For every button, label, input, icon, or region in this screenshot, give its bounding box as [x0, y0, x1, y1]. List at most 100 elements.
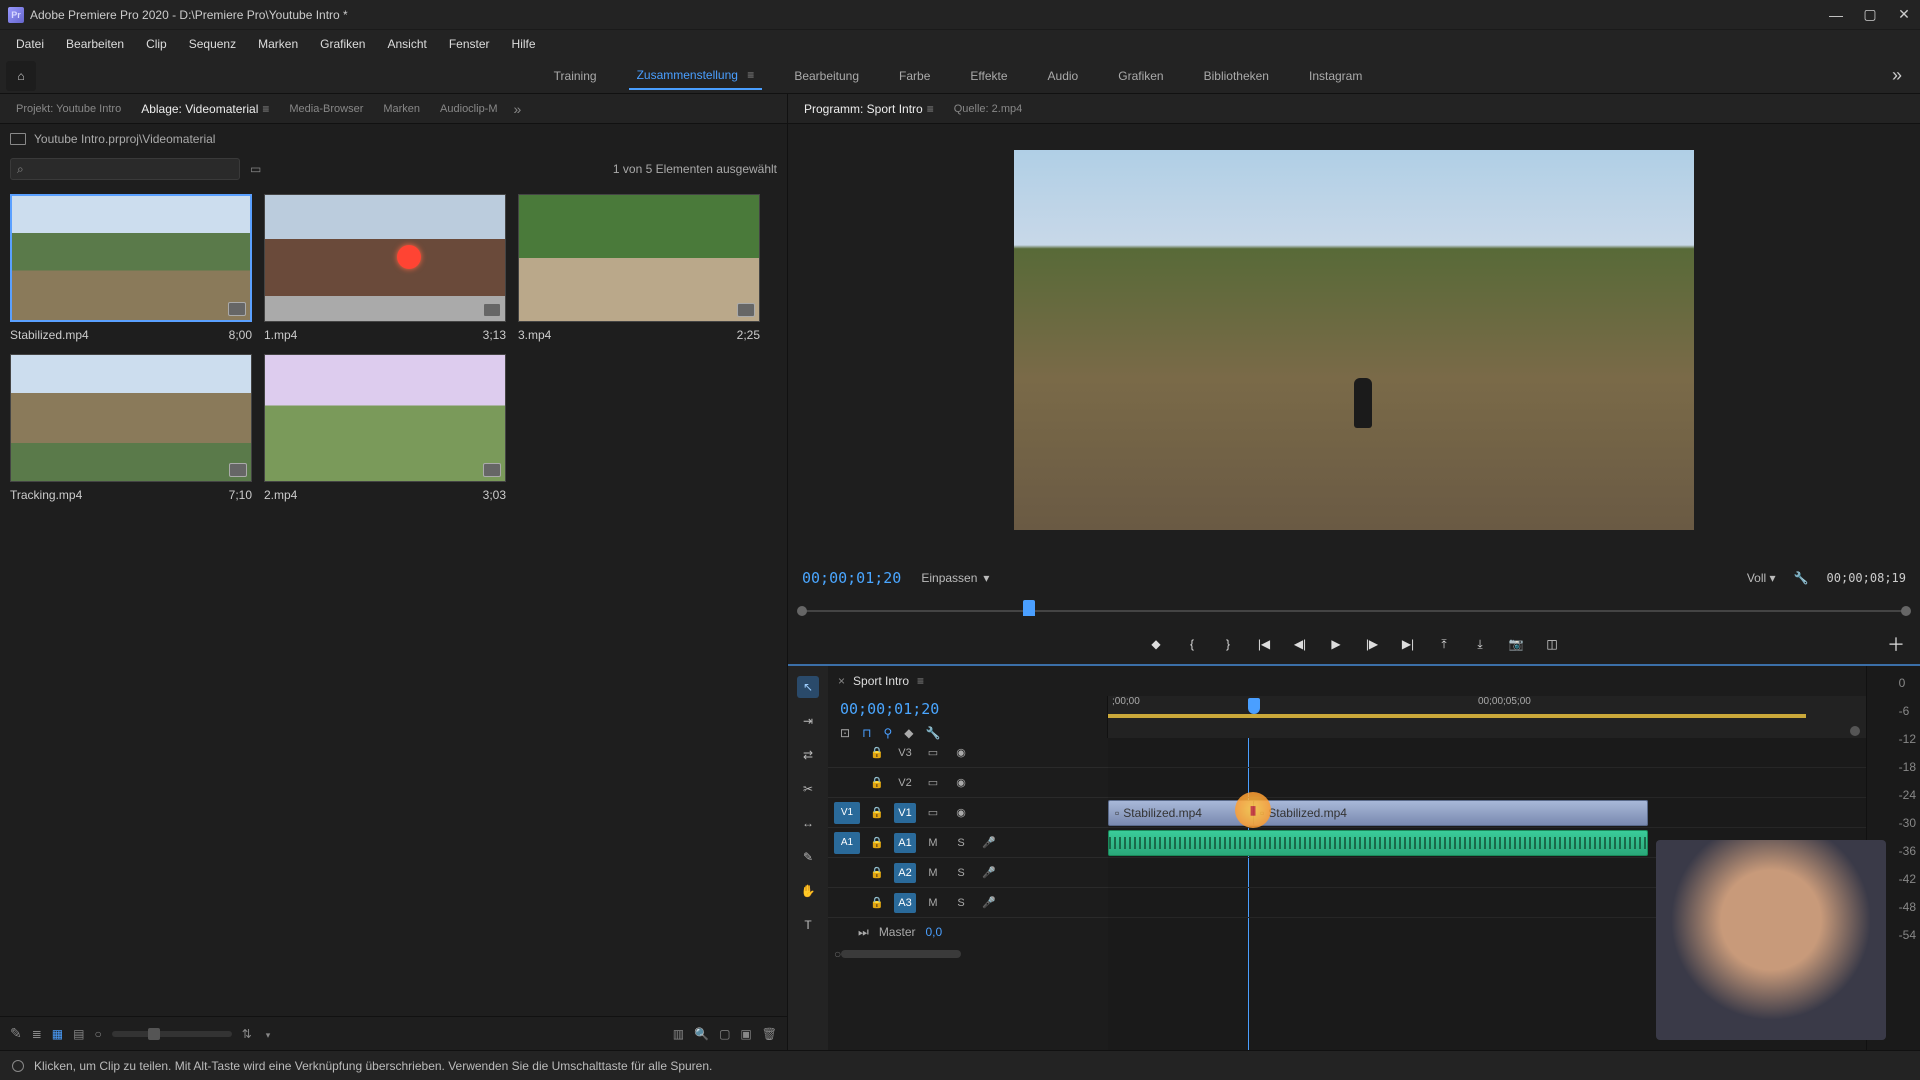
menu-clip[interactable]: Clip — [136, 33, 177, 55]
add-marker-button[interactable]: ◆ — [1146, 634, 1166, 654]
clip-item[interactable]: 1.mp43;13 — [264, 194, 506, 342]
track-header-v3[interactable]: 🔒 V3 ▭ ◉ — [828, 738, 1108, 768]
source-patch-a1[interactable]: A1 — [834, 832, 860, 854]
record-toggle[interactable]: 🎤 — [978, 893, 1000, 913]
lock-toggle[interactable]: 🔒 — [866, 743, 888, 763]
track-header-a3[interactable]: 🔒 A3 M S 🎤 — [828, 888, 1108, 918]
sort-button[interactable]: ⇅ — [242, 1027, 252, 1041]
tab-audioclip[interactable]: Audioclip-M — [432, 99, 505, 119]
step-back-button[interactable]: ◀| — [1290, 634, 1310, 654]
zoom-handle-icon[interactable] — [1850, 726, 1860, 736]
sync-lock-icon[interactable]: ▭ — [922, 743, 944, 763]
clip-thumb[interactable] — [10, 194, 252, 322]
tab-program[interactable]: Programm: Sport Intro≡ — [796, 98, 942, 120]
new-item-button[interactable]: ▣ — [740, 1027, 751, 1041]
sync-lock-icon[interactable]: ▭ — [922, 803, 944, 823]
master-value[interactable]: 0,0 — [926, 925, 943, 939]
track-target[interactable]: A1 — [894, 833, 916, 853]
clip-thumb[interactable] — [264, 354, 506, 482]
track-target[interactable]: V2 — [894, 773, 916, 793]
extract-button[interactable]: ⤓ — [1470, 634, 1490, 654]
workspace-tab[interactable]: Audio — [1040, 63, 1087, 89]
freeform-view-button[interactable]: ▤ — [73, 1027, 84, 1041]
find-button[interactable]: 🔍 — [694, 1027, 709, 1041]
sync-lock-icon[interactable]: ▭ — [922, 773, 944, 793]
program-scrubber[interactable] — [802, 600, 1906, 624]
solo-toggle[interactable]: S — [950, 863, 972, 883]
menu-file[interactable]: Datei — [6, 33, 54, 55]
track-target[interactable]: V3 — [894, 743, 916, 763]
workspace-tab-active[interactable]: Zusammenstellung ≡ — [629, 62, 763, 90]
pen-tool[interactable]: ✎ — [797, 846, 819, 868]
timeline-ruler[interactable]: ;00;00 00;00;05;00 — [1108, 696, 1866, 738]
mute-toggle[interactable]: M — [922, 893, 944, 913]
track-header-a2[interactable]: 🔒 A2 M S 🎤 — [828, 858, 1108, 888]
clip-item[interactable]: Stabilized.mp48;00 — [10, 194, 252, 342]
menu-help[interactable]: Hilfe — [502, 33, 546, 55]
clip-thumb[interactable] — [10, 354, 252, 482]
selection-tool[interactable]: ↖ — [797, 676, 819, 698]
icon-view-button[interactable]: ▦ — [52, 1027, 63, 1041]
hand-tool[interactable]: ✋ — [797, 880, 819, 902]
zoom-fit-dropdown[interactable]: Einpassen▾ — [921, 571, 989, 585]
workspace-tab[interactable]: Training — [546, 63, 605, 89]
tab-project[interactable]: Projekt: Youtube Intro — [8, 99, 129, 119]
tab-markers[interactable]: Marken — [375, 99, 428, 119]
home-button[interactable]: ⌂ — [6, 61, 36, 91]
clip-item[interactable]: 2.mp43;03 — [264, 354, 506, 502]
close-sequence-button[interactable]: × — [838, 674, 845, 688]
track-visibility[interactable]: ◉ — [950, 803, 972, 823]
track-header-v1[interactable]: V1 🔒 V1 ▭ ◉ — [828, 798, 1108, 828]
tab-bin[interactable]: Ablage: Videomaterial≡ — [133, 98, 277, 120]
lock-toggle[interactable]: 🔒 — [866, 773, 888, 793]
razor-cursor-icon[interactable]: ▮ — [1235, 792, 1271, 828]
thumb-zoom-slider[interactable] — [112, 1031, 232, 1037]
sort-menu[interactable] — [262, 1027, 271, 1041]
track-visibility[interactable]: ◉ — [950, 743, 972, 763]
tab-source[interactable]: Quelle: 2.mp4 — [946, 99, 1030, 119]
lock-toggle[interactable]: 🔒 — [866, 803, 888, 823]
track-target[interactable]: A3 — [894, 893, 916, 913]
solo-toggle[interactable]: S — [950, 893, 972, 913]
mark-out-button[interactable]: } — [1218, 634, 1238, 654]
workspace-tab[interactable]: Effekte — [962, 63, 1015, 89]
step-forward-button[interactable]: |▶ — [1362, 634, 1382, 654]
settings-button[interactable]: 🔧 — [1794, 571, 1809, 585]
left-tabs-overflow[interactable]: » — [510, 101, 526, 117]
timeline-zoom-slider[interactable] — [841, 950, 961, 958]
lock-toggle[interactable]: 🔒 — [866, 893, 888, 913]
sequence-name[interactable]: Sport Intro — [853, 674, 909, 688]
bin-grid[interactable]: Stabilized.mp48;00 1.mp43;13 3.mp42;25 T… — [0, 184, 787, 1016]
burger-icon[interactable]: ≡ — [747, 68, 754, 82]
workspace-tab[interactable]: Bearbeitung — [786, 63, 867, 89]
clip-item[interactable]: 3.mp42;25 — [518, 194, 760, 342]
new-bin-button[interactable]: ▢ — [719, 1027, 730, 1041]
workspace-tab[interactable]: Bibliotheken — [1196, 63, 1277, 89]
tab-media-browser[interactable]: Media-Browser — [281, 99, 371, 119]
maximize-button[interactable]: ▢ — [1862, 7, 1878, 23]
new-bin-icon[interactable]: ▭ — [250, 162, 261, 176]
record-toggle[interactable]: 🎤 — [978, 863, 1000, 883]
workspace-tab[interactable]: Instagram — [1301, 63, 1370, 89]
lock-toggle[interactable]: 🔒 — [866, 863, 888, 883]
current-timecode[interactable]: 00;00;01;20 — [802, 569, 901, 587]
ripple-edit-tool[interactable]: ⇄ — [797, 744, 819, 766]
mark-in-button[interactable]: { — [1182, 634, 1202, 654]
burger-icon[interactable]: ≡ — [262, 102, 269, 116]
go-to-out-button[interactable]: ▶| — [1398, 634, 1418, 654]
track-header-a1[interactable]: A1 🔒 A1 M S 🎤 — [828, 828, 1108, 858]
zoom-out-icon[interactable]: ○ — [834, 947, 841, 961]
menu-edit[interactable]: Bearbeiten — [56, 33, 134, 55]
track-target[interactable]: V1 — [894, 803, 916, 823]
timeline-timecode[interactable]: 00;00;01;20 — [828, 696, 1107, 722]
in-out-range[interactable] — [1108, 714, 1806, 718]
type-tool[interactable]: T — [797, 914, 819, 936]
delete-button[interactable]: 🗑 — [762, 1027, 777, 1041]
track-header-v2[interactable]: 🔒 V2 ▭ ◉ — [828, 768, 1108, 798]
minimize-button[interactable]: — — [1828, 7, 1844, 23]
comparison-view-button[interactable]: ◫ — [1542, 634, 1562, 654]
bin-search-input[interactable] — [24, 163, 233, 175]
list-view-button[interactable]: ≣ — [32, 1027, 42, 1041]
mute-toggle[interactable]: M — [922, 833, 944, 853]
close-window-button[interactable]: ✕ — [1896, 7, 1912, 23]
